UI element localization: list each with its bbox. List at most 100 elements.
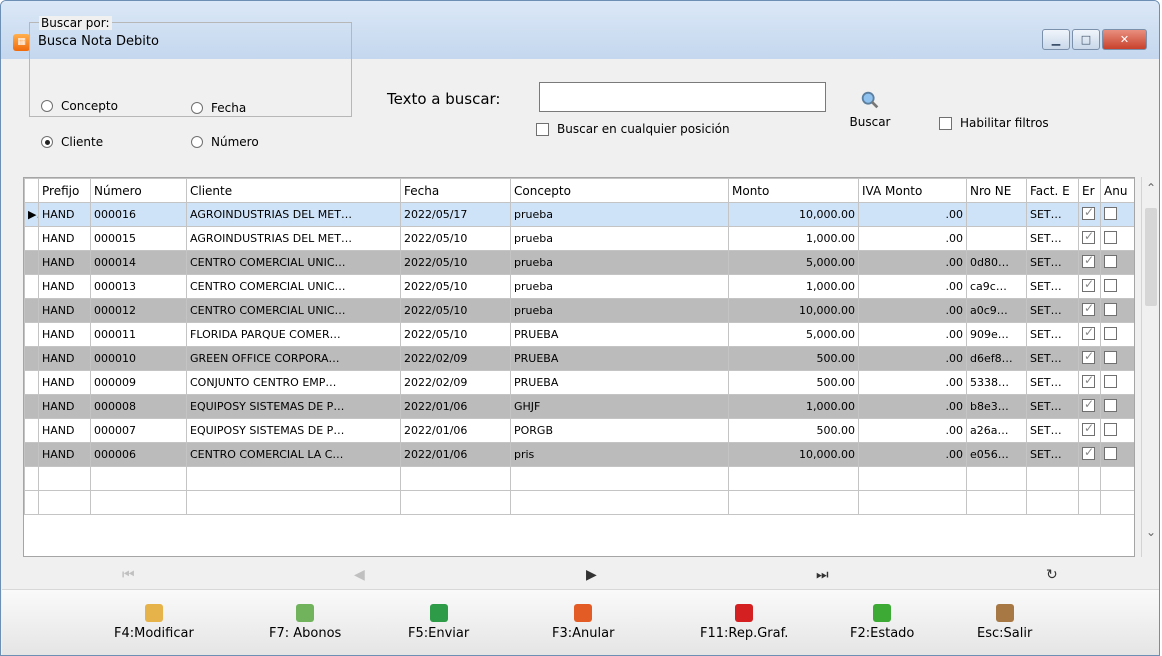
maximize-button[interactable]: □: [1072, 29, 1100, 50]
header-numero[interactable]: Número: [90, 178, 187, 203]
header-er[interactable]: Er: [1078, 178, 1101, 203]
cell-er[interactable]: [1078, 250, 1101, 275]
cell-anu[interactable]: [1100, 274, 1134, 299]
row-checkbox-icon[interactable]: [1082, 253, 1095, 268]
header-nro-ne[interactable]: Nro NE: [966, 178, 1027, 203]
row-checkbox-icon[interactable]: [1104, 350, 1117, 364]
money-button[interactable]: F7: Abonos: [269, 604, 341, 641]
cell-anu[interactable]: [1100, 346, 1134, 371]
cell-anu[interactable]: [1100, 418, 1134, 443]
header-cliente[interactable]: Cliente: [186, 178, 401, 203]
table-row[interactable]: HAND 000014 CENTRO COMERCIAL UNIC… 2022/05/…: [24, 250, 1134, 275]
cell-er[interactable]: [1078, 370, 1101, 395]
table-row[interactable]: HAND 000010 GREEN OFFICE CORPORA… 2022/02/0…: [24, 346, 1134, 371]
cell-er[interactable]: [1078, 202, 1101, 227]
radio-cliente[interactable]: Cliente: [41, 135, 103, 149]
cell-fecha: 2022/01/06: [400, 418, 511, 443]
header-concepto[interactable]: Concepto: [510, 178, 729, 203]
header-fecha[interactable]: Fecha: [400, 178, 511, 203]
cell-anu[interactable]: [1100, 370, 1134, 395]
cell-er[interactable]: [1078, 298, 1101, 323]
radio-fecha[interactable]: Fecha: [191, 101, 246, 115]
header-anu[interactable]: Anu: [1100, 178, 1134, 203]
last-record-icon[interactable]: ⏭: [816, 567, 829, 583]
row-checkbox-icon[interactable]: [1082, 325, 1095, 340]
cell-er[interactable]: [1078, 226, 1101, 251]
cell-concepto: PORGB: [510, 418, 729, 443]
table-row[interactable]: ▶ HAND 000016 AGROINDUSTRIAS DEL MET… 2022/0…: [24, 202, 1134, 227]
table-row[interactable]: HAND 000013 CENTRO COMERCIAL UNIC… 2022/05/…: [24, 274, 1134, 299]
cell-er[interactable]: [1078, 418, 1101, 443]
row-checkbox-icon[interactable]: [1104, 446, 1117, 460]
close-button[interactable]: ✕: [1102, 29, 1147, 50]
search-anywhere-checkbox[interactable]: Buscar en cualquier posición: [536, 122, 730, 136]
table-row[interactable]: HAND 000006 CENTRO COMERCIAL LA C… 2022/01/…: [24, 442, 1134, 467]
cell-anu[interactable]: [1100, 322, 1134, 347]
row-checkbox-icon[interactable]: [1082, 445, 1095, 460]
row-checkbox-icon[interactable]: [1104, 422, 1117, 436]
empty-cell: [1078, 466, 1101, 491]
cell-fecha: 2022/01/06: [400, 394, 511, 419]
pdf-button[interactable]: F11:Rep.Graf.: [700, 604, 788, 641]
row-checkbox-icon[interactable]: [1082, 301, 1095, 316]
row-checkbox-icon[interactable]: [1082, 373, 1095, 388]
exit-door-button[interactable]: Esc:Salir: [977, 604, 1032, 641]
scroll-thumb[interactable]: [1145, 208, 1157, 306]
row-indicator: [24, 418, 39, 443]
row-checkbox-icon[interactable]: [1104, 398, 1117, 412]
cell-anu[interactable]: [1100, 250, 1134, 275]
row-checkbox-icon[interactable]: [1082, 277, 1095, 292]
minimize-button[interactable]: ▁: [1042, 29, 1070, 50]
row-checkbox-icon[interactable]: [1104, 206, 1117, 220]
search-text-input[interactable]: [539, 82, 826, 112]
cell-iva-monto: .00: [858, 226, 967, 251]
next-record-icon[interactable]: ▶: [586, 567, 597, 583]
row-checkbox-icon[interactable]: [1104, 302, 1117, 316]
cell-anu[interactable]: [1100, 226, 1134, 251]
table-row[interactable]: HAND 000015 AGROINDUSTRIAS DEL MET… 2022/05…: [24, 226, 1134, 251]
row-checkbox-icon[interactable]: [1104, 278, 1117, 292]
row-checkbox-icon[interactable]: [1104, 254, 1117, 268]
radio-concepto[interactable]: Concepto: [41, 99, 118, 113]
row-checkbox-icon[interactable]: [1104, 374, 1117, 388]
cancel-document-button[interactable]: F3:Anular: [552, 604, 614, 641]
header-prefijo[interactable]: Prefijo: [38, 178, 91, 203]
row-checkbox-icon[interactable]: [1082, 349, 1095, 364]
header-iva-monto[interactable]: IVA Monto: [858, 178, 967, 203]
vertical-scrollbar[interactable]: ⌃ ⌄: [1141, 177, 1159, 557]
header-fact-e[interactable]: Fact. E: [1026, 178, 1079, 203]
row-checkbox-icon[interactable]: [1082, 229, 1095, 244]
cell-er[interactable]: [1078, 274, 1101, 299]
cell-anu[interactable]: [1100, 442, 1134, 467]
row-checkbox-icon[interactable]: [1104, 230, 1117, 244]
first-record-icon[interactable]: ⏮: [122, 567, 135, 583]
cell-er[interactable]: [1078, 442, 1101, 467]
enable-filters-checkbox[interactable]: Habilitar filtros: [939, 116, 1049, 130]
table-row[interactable]: HAND 000008 EQUIPOSY SISTEMAS DE P… 2022/01…: [24, 394, 1134, 419]
table-row[interactable]: HAND 000012 CENTRO COMERCIAL UNIC… 2022/05/…: [24, 298, 1134, 323]
search-button[interactable]: Buscar: [839, 89, 901, 141]
cell-er[interactable]: [1078, 346, 1101, 371]
previous-record-icon[interactable]: ◀: [354, 567, 365, 583]
edit-button[interactable]: F4:Modificar: [114, 604, 194, 641]
status-check-button[interactable]: F2:Estado: [850, 604, 914, 641]
row-checkbox-icon[interactable]: [1082, 421, 1095, 436]
row-checkbox-icon[interactable]: [1104, 326, 1117, 340]
refresh-icon[interactable]: ↻: [1046, 567, 1058, 583]
table-row[interactable]: HAND 000007 EQUIPOSY SISTEMAS DE P… 2022/01…: [24, 418, 1134, 443]
table-row[interactable]: HAND 000009 CONJUNTO CENTRO EMP… 2022/02/09…: [24, 370, 1134, 395]
cell-anu[interactable]: [1100, 202, 1134, 227]
scroll-down-icon[interactable]: ⌄: [1146, 525, 1156, 539]
scroll-up-icon[interactable]: ⌃: [1146, 181, 1156, 195]
radio-numero[interactable]: Número: [191, 135, 259, 149]
header-monto[interactable]: Monto: [728, 178, 859, 203]
cell-er[interactable]: [1078, 322, 1101, 347]
row-checkbox-icon[interactable]: [1082, 205, 1095, 220]
table-row[interactable]: HAND 000011 FLORIDA PARQUE COMER… 2022/05/1…: [24, 322, 1134, 347]
row-checkbox-icon[interactable]: [1082, 397, 1095, 412]
empty-cell: [1026, 466, 1079, 491]
cell-anu[interactable]: [1100, 394, 1134, 419]
send-button[interactable]: F5:Enviar: [408, 604, 469, 641]
cell-er[interactable]: [1078, 394, 1101, 419]
cell-anu[interactable]: [1100, 298, 1134, 323]
